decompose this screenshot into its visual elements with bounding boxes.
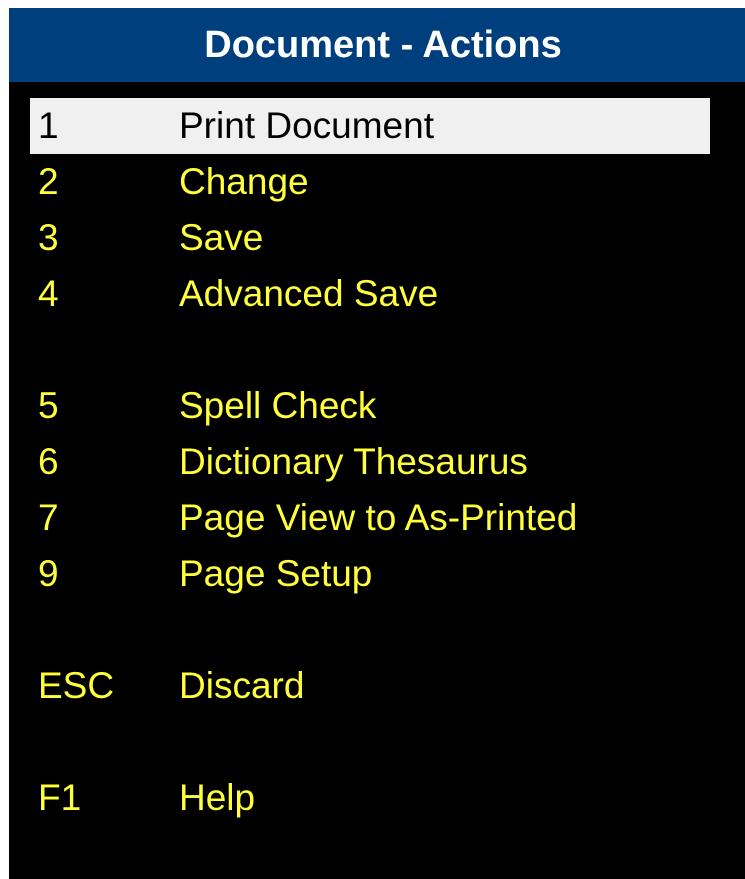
menu-item-key: 4	[38, 273, 59, 314]
menu-item-label: Change	[179, 161, 309, 202]
menu-item-label: Spell Check	[179, 385, 377, 426]
menu-item-change[interactable]: 2 Change	[9, 154, 745, 210]
menu-item-page-view[interactable]: 7 Page View to As-Printed	[9, 490, 745, 546]
menu-spacer	[9, 602, 745, 658]
menu-item-dictionary-thesaurus[interactable]: 6 Dictionary Thesaurus	[9, 434, 745, 490]
menu-item-key: 7	[38, 497, 59, 538]
menu-item-key: 6	[38, 441, 59, 482]
actions-menu: 1 Print Document 2 Change 3 Save 4 Advan…	[9, 98, 745, 826]
title-bar: Document - Actions	[9, 8, 745, 82]
menu-item-advanced-save[interactable]: 4 Advanced Save	[9, 266, 745, 322]
menu-item-spell-check[interactable]: 5 Spell Check	[9, 378, 745, 434]
menu-item-label: Page View to As-Printed	[179, 497, 578, 538]
menu-item-label: Discard	[179, 665, 305, 706]
menu-item-help[interactable]: F1 Help	[9, 770, 745, 826]
document-actions-window: Document - Actions 1 Print Document 2 Ch…	[9, 8, 745, 879]
menu-item-label: Help	[179, 777, 256, 818]
menu-item-key: 3	[38, 217, 59, 258]
menu-item-print-document[interactable]: 1 Print Document	[30, 98, 710, 154]
menu-item-save[interactable]: 3 Save	[9, 210, 745, 266]
menu-item-key: 5	[38, 385, 59, 426]
menu-item-discard[interactable]: ESC Discard	[9, 658, 745, 714]
menu-item-key: 1	[38, 105, 59, 146]
menu-spacer	[9, 322, 745, 378]
menu-item-label: Print Document	[179, 105, 434, 146]
menu-item-key: ESC	[38, 665, 115, 706]
menu-item-page-setup[interactable]: 9 Page Setup	[9, 546, 745, 602]
menu-item-label: Dictionary Thesaurus	[179, 441, 528, 482]
menu-item-label: Advanced Save	[179, 273, 439, 314]
menu-item-key: 2	[38, 161, 59, 202]
window-title: Document - Actions	[204, 23, 562, 66]
menu-item-key: 9	[38, 553, 59, 594]
menu-item-key: F1	[38, 777, 82, 818]
menu-item-label: Page Setup	[179, 553, 373, 594]
menu-spacer	[9, 714, 745, 770]
menu-item-label: Save	[179, 217, 264, 258]
